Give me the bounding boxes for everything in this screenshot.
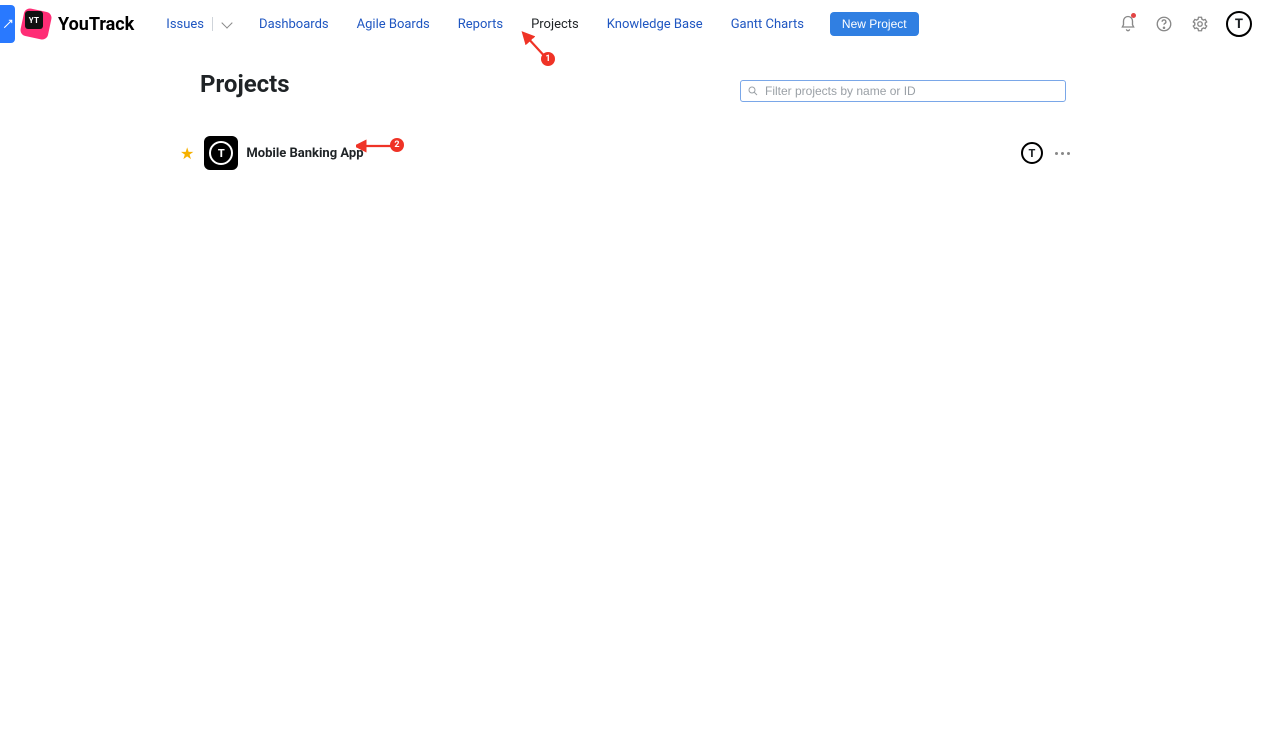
search-icon (747, 85, 759, 97)
logo-icon: YT (22, 10, 50, 38)
search-input[interactable] (765, 84, 1059, 98)
nav-projects[interactable]: Projects (517, 11, 593, 38)
settings-button[interactable] (1190, 14, 1210, 34)
notifications-button[interactable] (1118, 14, 1138, 34)
nav-reports[interactable]: Reports (444, 11, 517, 38)
project-row: ★ T Mobile Banking App T (180, 136, 1070, 170)
main-content: Projects ★ T Mobile Banking App T (200, 70, 1070, 170)
favorite-star-icon[interactable]: ★ (180, 144, 194, 163)
nav-issues[interactable]: Issues (152, 11, 245, 38)
brand-name: YouTrack (58, 14, 134, 35)
project-link[interactable]: Mobile Banking App (246, 146, 363, 161)
chevron-down-icon (221, 17, 232, 28)
project-more-button[interactable] (1055, 152, 1070, 155)
page-title: Projects (200, 70, 290, 98)
brand-logo[interactable]: YT YouTrack (22, 10, 134, 38)
help-button[interactable] (1154, 14, 1174, 34)
nav-knowledge-base[interactable]: Knowledge Base (593, 11, 717, 38)
project-filter[interactable] (740, 80, 1066, 102)
main-nav: Issues Dashboards Agile Boards Reports P… (152, 11, 1118, 38)
nav-gantt-charts[interactable]: Gantt Charts (717, 11, 818, 38)
header-actions: T (1118, 11, 1280, 37)
notification-dot-icon (1131, 13, 1136, 18)
app-header: YT YouTrack Issues Dashboards Agile Boar… (0, 0, 1280, 48)
new-project-button[interactable]: New Project (830, 12, 919, 36)
project-avatar: T (204, 136, 238, 170)
project-owner-avatar[interactable]: T (1021, 142, 1043, 164)
annotation-badge-1: 1 (541, 52, 555, 66)
user-avatar[interactable]: T (1226, 11, 1252, 37)
nav-agile-boards[interactable]: Agile Boards (343, 11, 444, 38)
nav-dashboards[interactable]: Dashboards (245, 11, 343, 38)
